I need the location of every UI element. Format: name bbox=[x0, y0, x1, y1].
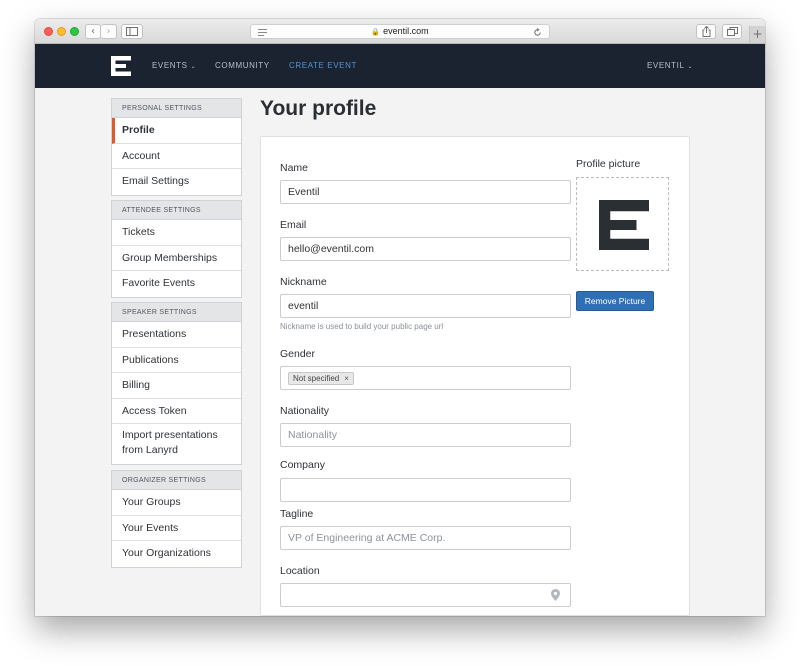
sidebar-item-favorite-events[interactable]: Favorite Events bbox=[112, 271, 241, 297]
map-pin-icon bbox=[551, 589, 560, 601]
back-button[interactable]: ‹ bbox=[85, 24, 101, 39]
sidebar-icon bbox=[126, 27, 138, 36]
tagline-label: Tagline bbox=[280, 508, 314, 520]
remove-tag-icon[interactable]: × bbox=[344, 374, 349, 383]
nickname-input[interactable]: eventil bbox=[280, 294, 571, 318]
sidebar-toggle-button[interactable] bbox=[121, 24, 143, 39]
company-input[interactable] bbox=[280, 478, 571, 502]
lock-icon: 🔒 bbox=[371, 29, 381, 36]
show-tabs-button[interactable] bbox=[722, 24, 742, 39]
sidebar-group-speaker: SPEAKER SETTINGS Presentations Publicati… bbox=[111, 302, 242, 465]
chevron-down-icon: ⌄ bbox=[190, 64, 197, 70]
nav-create-event[interactable]: CREATE EVENT bbox=[289, 61, 357, 70]
sidebar-item-group-memberships[interactable]: Group Memberships bbox=[112, 246, 241, 271]
share-button[interactable] bbox=[696, 24, 716, 39]
sidebar-item-profile[interactable]: Profile bbox=[112, 118, 241, 144]
url-text: eventil.com bbox=[383, 26, 429, 36]
user-menu-label: EVENTIL bbox=[647, 61, 685, 70]
company-label: Company bbox=[280, 459, 325, 471]
nationality-input[interactable]: Nationality bbox=[280, 423, 571, 447]
name-input[interactable]: Eventil bbox=[280, 180, 571, 204]
site-navbar: EVENTS ⌄ COMMUNITY CREATE EVENT EVENTIL ⌄ bbox=[35, 44, 765, 88]
address-bar[interactable]: 🔒 eventil.com bbox=[250, 24, 550, 39]
page-content: PERSONAL SETTINGS Profile Account Email … bbox=[35, 88, 765, 616]
sidebar-item-tickets[interactable]: Tickets bbox=[112, 220, 241, 246]
share-icon bbox=[702, 25, 710, 37]
sidebar-header-speaker: SPEAKER SETTINGS bbox=[112, 303, 241, 322]
chevron-left-icon: ‹ bbox=[91, 26, 95, 37]
sidebar-item-your-events[interactable]: Your Events bbox=[112, 516, 241, 541]
sidebar-item-your-organizations[interactable]: Your Organizations bbox=[112, 541, 241, 567]
nav-community[interactable]: COMMUNITY bbox=[215, 61, 270, 70]
sidebar-item-account[interactable]: Account bbox=[112, 144, 241, 169]
sidebar-item-publications[interactable]: Publications bbox=[112, 348, 241, 373]
nickname-label: Nickname bbox=[280, 276, 327, 288]
nav-community-label: COMMUNITY bbox=[215, 61, 270, 70]
eventil-logo[interactable] bbox=[111, 56, 131, 76]
location-input[interactable] bbox=[280, 583, 571, 607]
plus-icon: + bbox=[752, 27, 763, 41]
nickname-hint: Nickname is used to build your public pa… bbox=[280, 322, 444, 331]
user-menu[interactable]: EVENTIL ⌄ bbox=[647, 61, 693, 70]
reload-icon[interactable] bbox=[533, 28, 542, 37]
sidebar-header-personal: PERSONAL SETTINGS bbox=[112, 99, 241, 118]
tabs-icon bbox=[726, 27, 738, 36]
sidebar-header-organizer: ORGANIZER SETTINGS bbox=[112, 471, 241, 490]
gender-label: Gender bbox=[280, 348, 316, 360]
page-title: Your profile bbox=[260, 97, 377, 120]
profile-picture-image bbox=[599, 200, 649, 250]
reader-icon bbox=[258, 29, 267, 36]
chevron-right-icon: › bbox=[106, 26, 111, 37]
tagline-input[interactable]: VP of Engineering at ACME Corp. bbox=[280, 526, 571, 550]
sidebar-item-presentations[interactable]: Presentations bbox=[112, 322, 241, 348]
sidebar-item-access-token[interactable]: Access Token bbox=[112, 399, 241, 424]
gender-tag-label: Not specified bbox=[293, 374, 340, 383]
browser-toolbar: ‹ › 🔒 eventil.com + bbox=[35, 19, 765, 44]
zoom-window-button[interactable] bbox=[70, 27, 79, 36]
sidebar-item-email-settings[interactable]: Email Settings bbox=[112, 169, 241, 195]
sidebar-group-organizer: ORGANIZER SETTINGS Your Groups Your Even… bbox=[111, 470, 242, 568]
minimize-window-button[interactable] bbox=[57, 27, 66, 36]
nav-events[interactable]: EVENTS ⌄ bbox=[152, 61, 196, 70]
sidebar-group-personal: PERSONAL SETTINGS Profile Account Email … bbox=[111, 98, 242, 196]
sidebar-item-import-lanyrd[interactable]: Import presentations from Lanyrd bbox=[112, 424, 241, 464]
location-label: Location bbox=[280, 565, 320, 577]
name-label: Name bbox=[280, 162, 309, 174]
forward-button[interactable]: › bbox=[101, 24, 117, 39]
nationality-label: Nationality bbox=[280, 405, 330, 417]
new-tab-button[interactable]: + bbox=[749, 26, 765, 43]
sidebar-item-billing[interactable]: Billing bbox=[112, 373, 241, 399]
email-input[interactable]: hello@eventil.com bbox=[280, 237, 571, 261]
profile-picture-label: Profile picture bbox=[576, 158, 641, 170]
gender-tag: Not specified × bbox=[288, 372, 354, 385]
sidebar-item-your-groups[interactable]: Your Groups bbox=[112, 490, 241, 516]
nav-events-label: EVENTS bbox=[152, 61, 188, 70]
close-window-button[interactable] bbox=[44, 27, 53, 36]
email-label: Email bbox=[280, 219, 307, 231]
sidebar-header-attendee: ATTENDEE SETTINGS bbox=[112, 201, 241, 220]
sidebar-group-attendee: ATTENDEE SETTINGS Tickets Group Membersh… bbox=[111, 200, 242, 298]
gender-select[interactable]: Not specified × bbox=[280, 366, 571, 390]
browser-window: ‹ › 🔒 eventil.com + EVENTS ⌄ COMMUNITY CRE… bbox=[35, 19, 765, 616]
nav-create-event-label: CREATE EVENT bbox=[289, 61, 357, 70]
chevron-down-icon: ⌄ bbox=[687, 64, 694, 70]
remove-picture-button[interactable]: Remove Picture bbox=[576, 291, 654, 311]
profile-picture-dropzone[interactable] bbox=[576, 177, 669, 271]
profile-form-card: Name Eventil Email hello@eventil.com Nic… bbox=[260, 136, 690, 616]
